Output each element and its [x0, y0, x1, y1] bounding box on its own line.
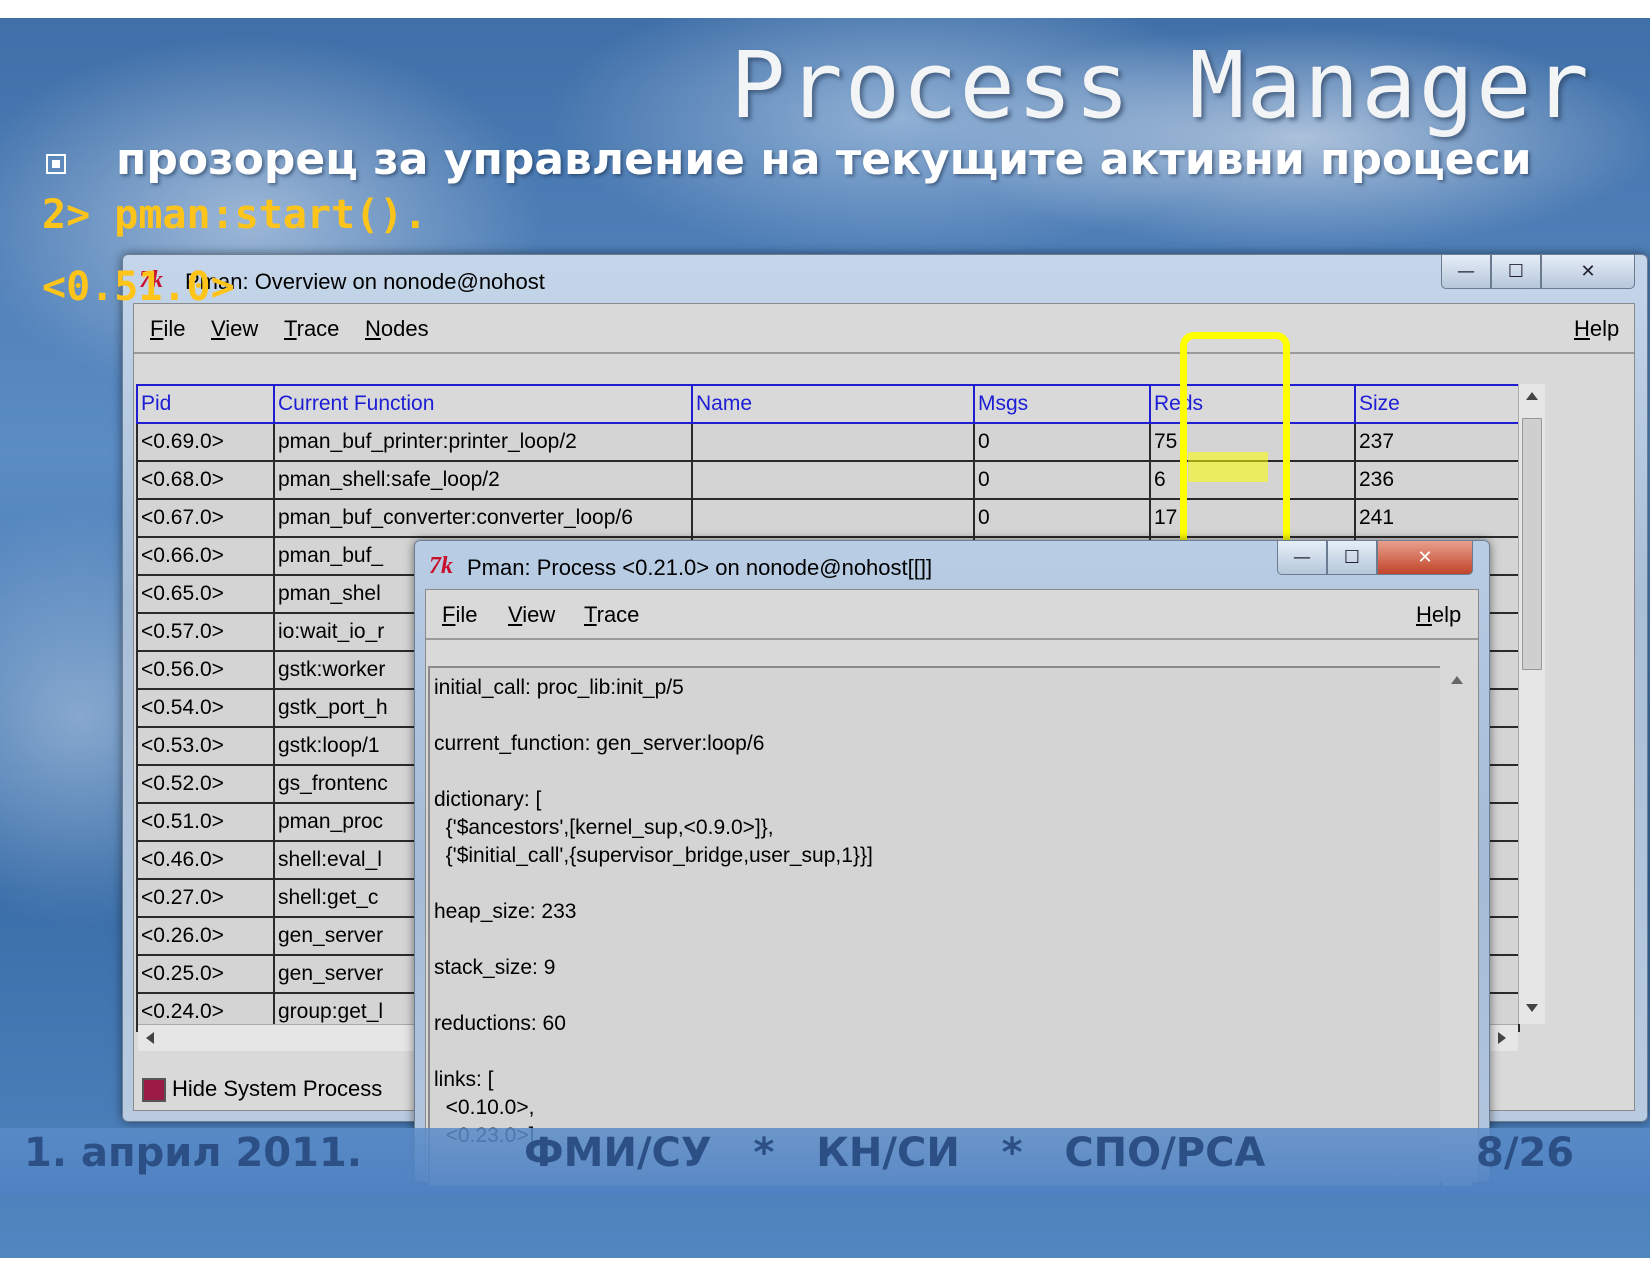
- menu-nodes[interactable]: Nodes: [365, 316, 429, 342]
- cell-pid: <0.27.0>: [136, 879, 275, 918]
- menu-file[interactable]: File: [442, 602, 477, 628]
- cell-msgs: 0: [974, 423, 1151, 462]
- col-pid[interactable]: Pid: [136, 384, 275, 424]
- cell-name: [692, 423, 975, 462]
- code-line-2: <0.51.0>: [42, 264, 235, 310]
- scroll-left-icon[interactable]: [146, 1032, 154, 1044]
- table-row[interactable]: <0.67.0> pman_buf_converter:converter_loo…: [136, 499, 1520, 538]
- footer-center: ФМИ/СУ * КН/СИ * СПО/РСА: [524, 1130, 1266, 1176]
- cell-pid: <0.57.0>: [136, 613, 275, 652]
- cell-pid: <0.65.0>: [136, 575, 275, 614]
- maximize-button[interactable]: ☐: [1491, 255, 1541, 289]
- footer-page-number: 8/26: [1476, 1130, 1575, 1176]
- hide-system-checkbox[interactable]: [142, 1078, 166, 1102]
- menu-view[interactable]: View: [508, 602, 555, 628]
- cell-pid: <0.26.0>: [136, 917, 275, 956]
- cell-pid: <0.69.0>: [136, 423, 275, 462]
- tk-feather-icon: 7k: [429, 553, 453, 579]
- cell-pid: <0.51.0>: [136, 803, 275, 842]
- cell-pid: <0.46.0>: [136, 841, 275, 880]
- col-name[interactable]: Name: [692, 384, 975, 424]
- cell-pid: <0.52.0>: [136, 765, 275, 804]
- scroll-down-icon[interactable]: [1526, 1004, 1538, 1012]
- process-window: 7k Pman: Process <0.21.0> on nonode@noho…: [414, 540, 1490, 1186]
- cell-name: [692, 461, 975, 500]
- cell-pid: <0.54.0>: [136, 689, 275, 728]
- menu-help[interactable]: Help: [1416, 602, 1461, 628]
- overview-window-title: Pman: Overview on nonode@nohost: [185, 269, 545, 294]
- slide-background: Process Manager прозорец за управление н…: [0, 18, 1650, 1258]
- col-size[interactable]: Size: [1355, 384, 1520, 424]
- bullet-marker-icon: [46, 154, 66, 174]
- col-msgs[interactable]: Msgs: [974, 384, 1151, 424]
- table-row[interactable]: <0.69.0> pman_buf_printer:printer_loop/2 0…: [136, 423, 1520, 462]
- maximize-button[interactable]: ☐: [1327, 541, 1377, 575]
- cell-size: 236: [1355, 461, 1520, 500]
- col-current-function[interactable]: Current Function: [274, 384, 693, 424]
- process-window-title: Pman: Process <0.21.0> on nonode@nohost[…: [467, 555, 933, 580]
- minimize-button[interactable]: —: [1441, 255, 1491, 289]
- scroll-right-icon[interactable]: [1498, 1032, 1506, 1044]
- menu-file[interactable]: File: [150, 316, 185, 342]
- cell-size: 237: [1355, 423, 1520, 462]
- menu-view[interactable]: View: [211, 316, 258, 342]
- menu-trace[interactable]: Trace: [584, 602, 639, 628]
- code-line-1: 2> pman:start().: [42, 192, 428, 238]
- process-client: File View Trace Help initial_call: proc_…: [425, 589, 1479, 1186]
- vertical-scrollbar[interactable]: [1518, 384, 1545, 1024]
- minimize-button[interactable]: —: [1277, 541, 1327, 575]
- slide-title: Process Manager: [730, 32, 1591, 139]
- cell-size: 241: [1355, 499, 1520, 538]
- cell-name: [692, 499, 975, 538]
- cell-pid: <0.67.0>: [136, 499, 275, 538]
- cell-pid: <0.53.0>: [136, 727, 275, 766]
- scroll-up-icon[interactable]: [1526, 392, 1538, 400]
- cell-msgs: 0: [974, 461, 1151, 500]
- scroll-thumb[interactable]: [1522, 418, 1542, 670]
- footer-date: 1. април 2011.: [24, 1130, 362, 1176]
- cell-current-function: pman_buf_printer:printer_loop/2: [274, 423, 693, 462]
- table-row[interactable]: <0.68.0> pman_shell:safe_loop/2 0 6 236: [136, 461, 1520, 500]
- table-header-row: Pid Current Function Name Msgs Reds Size: [136, 384, 1520, 424]
- scroll-up-icon[interactable]: [1451, 676, 1463, 684]
- cell-pid: <0.68.0>: [136, 461, 275, 500]
- cell-current-function: pman_buf_converter:converter_loop/6: [274, 499, 693, 538]
- cell-pid: <0.25.0>: [136, 955, 275, 994]
- cell-msgs: 0: [974, 499, 1151, 538]
- process-info-text[interactable]: initial_call: proc_lib:init_p/5 current_…: [428, 666, 1440, 1186]
- vertical-scrollbar[interactable]: [1442, 666, 1472, 1186]
- close-button[interactable]: ✕: [1377, 541, 1473, 575]
- cell-pid: <0.56.0>: [136, 651, 275, 690]
- cell-pid: <0.66.0>: [136, 537, 275, 576]
- reds-highlight-mark: [1188, 452, 1268, 482]
- close-button[interactable]: ✕: [1541, 255, 1635, 289]
- menu-trace[interactable]: Trace: [284, 316, 339, 342]
- menu-help[interactable]: Help: [1574, 316, 1619, 342]
- cell-current-function: pman_shell:safe_loop/2: [274, 461, 693, 500]
- process-menubar: File View Trace Help: [426, 590, 1478, 640]
- slide-bullet: прозорец за управление на текущите актив…: [116, 134, 1532, 185]
- hide-system-label: Hide System Process: [172, 1076, 383, 1101]
- overview-menubar: File View Trace Nodes Help: [134, 304, 1634, 354]
